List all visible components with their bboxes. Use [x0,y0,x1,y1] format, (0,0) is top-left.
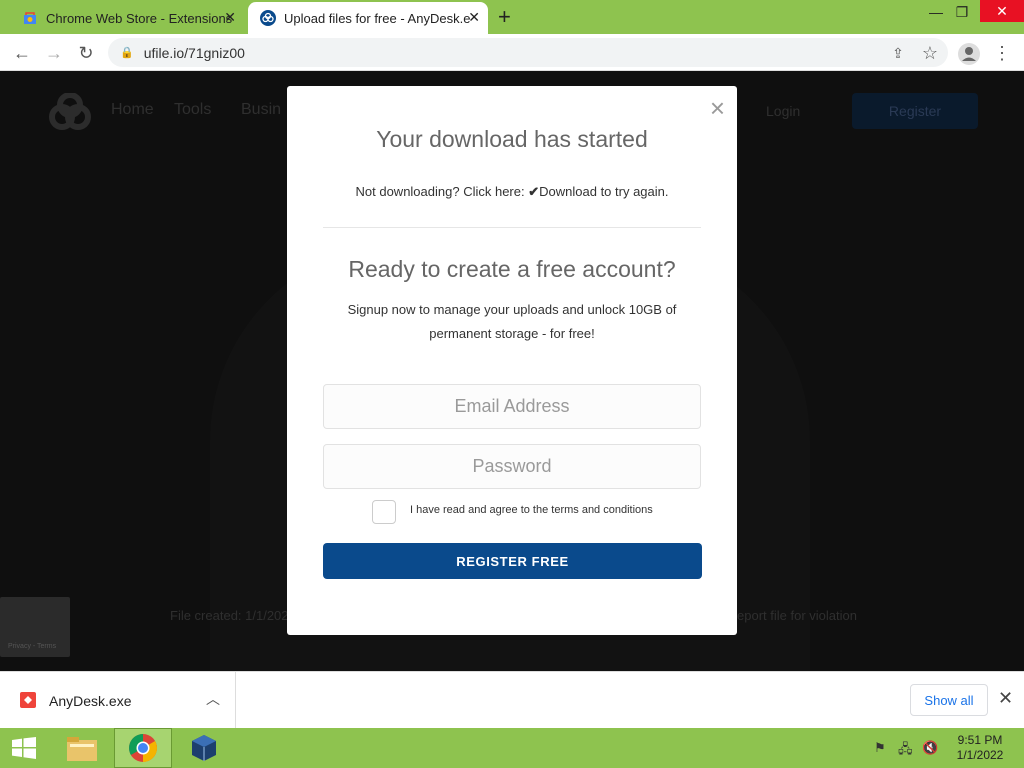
share-icon[interactable]: ⇪ [886,42,910,64]
retry-download-line: Not downloading? Click here: ✔Download t… [287,184,737,200]
report-file-link[interactable]: eport file for violation [737,608,857,623]
email-field[interactable] [323,384,701,429]
windows-taskbar: ⚑ 🖧 🔇 9:51 PM 1/1/2022 [0,728,1024,768]
chrome-taskbar-icon[interactable] [114,728,172,768]
ufile-site-logo[interactable] [46,92,94,138]
show-all-button[interactable]: Show all [910,684,988,716]
url-text: ufile.io/71gniz00 [143,44,245,61]
address-bar[interactable]: 🔒 ufile.io/71gniz00 [108,38,948,67]
nav-tools[interactable]: Tools [174,101,211,119]
tab-title: Chrome Web Store - Extensions [46,10,233,26]
browser-toolbar: ← → ↻ 🔒 ufile.io/71gniz00 ⇪ ☆ ⋮ [0,34,1024,71]
checkmark-icon: ✔ [528,184,540,199]
download-shelf: AnyDesk.exe ︿ Show all ✕ [0,671,1024,729]
ufile-logo-icon [260,10,276,26]
forward-arrow-icon[interactable]: → [42,42,66,64]
windows-start-icon[interactable] [0,728,48,768]
restore-window-icon[interactable]: ❐ [946,0,978,24]
kebab-menu-icon[interactable]: ⋮ [990,42,1014,64]
lock-icon: 🔒 [120,47,134,59]
create-account-description: Signup now to manage your uploads and un… [347,302,677,341]
taskbar-clock[interactable]: 9:51 PM 1/1/2022 [940,733,1020,763]
close-window-icon[interactable]: ✕ [980,0,1024,22]
recaptcha-badge[interactable]: Privacy - Terms [0,597,70,657]
file-created-text: File created: 1/1/202 [170,608,289,623]
new-tab-plus-icon[interactable]: + [498,4,511,30]
virtualbox-icon[interactable] [180,728,228,768]
clock-date: 1/1/2022 [956,748,1004,762]
close-tab-icon[interactable]: ✕ [224,9,236,26]
nav-business[interactable]: Busin [241,101,281,119]
terms-checkbox[interactable] [372,500,396,524]
anydesk-file-icon [20,692,36,708]
divider [323,227,701,228]
tab-title: Upload files for free - AnyDesk.e [284,10,471,26]
create-account-heading: Ready to create a free account? [348,256,676,282]
chevron-up-icon[interactable]: ︿ [206,689,220,709]
register-free-button[interactable]: REGISTER FREE [323,543,702,579]
nav-login[interactable]: Login [766,103,800,119]
tab-ufile-upload[interactable]: Upload files for free - AnyDesk.e ✕ [248,2,488,34]
back-arrow-icon[interactable]: ← [10,42,34,64]
reload-icon[interactable]: ↻ [74,42,98,64]
file-explorer-icon[interactable] [58,728,106,768]
nav-home[interactable]: Home [111,101,154,119]
network-icon[interactable]: 🖧 [898,740,913,762]
tab-chrome-web-store[interactable]: Chrome Web Store - Extensions ✕ [8,2,244,34]
bookmark-star-icon[interactable]: ☆ [918,42,942,64]
retry-download-link[interactable]: Download to try again. [539,184,668,199]
close-shelf-icon[interactable]: ✕ [998,688,1013,709]
tab-strip: Chrome Web Store - Extensions ✕ Upload f… [0,0,1024,34]
retry-prefix: Not downloading? Click here: [355,184,525,199]
download-file-name: AnyDesk.exe [49,693,132,709]
recaptcha-text: Privacy - Terms [8,643,57,650]
password-field[interactable] [323,444,701,489]
chrome-web-store-icon [22,10,38,26]
profile-avatar-icon[interactable] [958,43,980,65]
download-started-heading: Your download has started [376,126,648,152]
close-modal-icon[interactable]: × [710,95,725,121]
action-center-flag-icon[interactable]: ⚑ [874,740,886,756]
email-input[interactable] [324,385,700,428]
nav-register-button[interactable]: Register [852,93,978,129]
close-tab-icon[interactable]: ✕ [468,9,480,26]
clock-time: 9:51 PM [957,733,1003,747]
download-item[interactable]: AnyDesk.exe ︿ [0,672,236,729]
password-input[interactable] [324,445,700,488]
terms-label: I have read and agree to the terms and c… [410,504,653,516]
volume-muted-icon[interactable]: 🔇 [922,740,938,756]
download-signup-modal: × Your download has started Not download… [287,86,737,635]
